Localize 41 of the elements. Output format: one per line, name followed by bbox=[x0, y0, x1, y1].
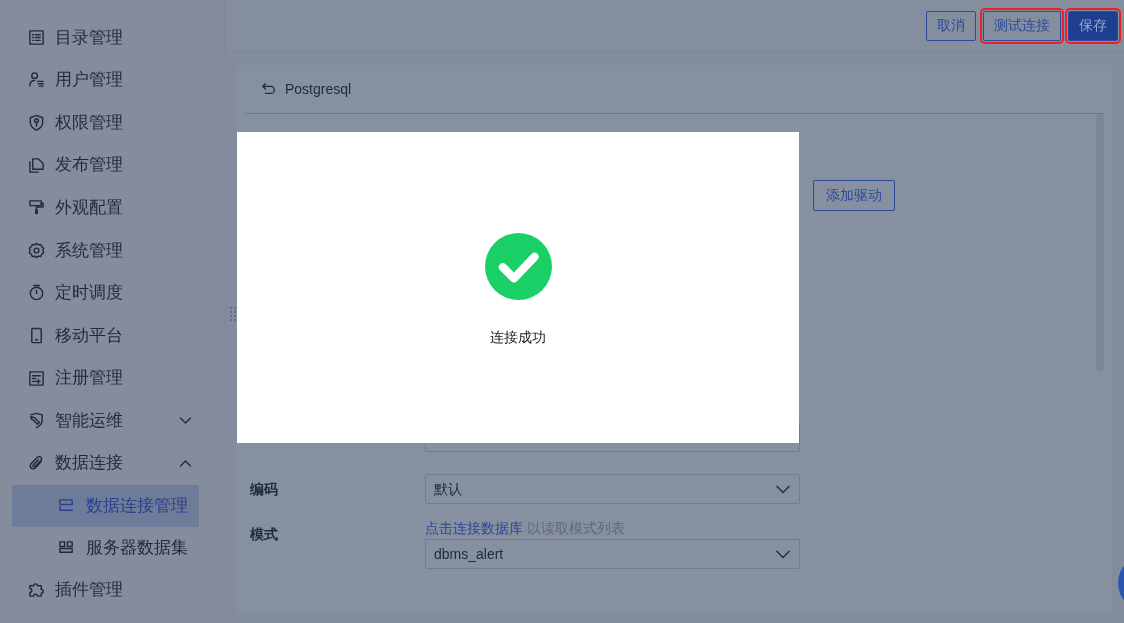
shield-icon bbox=[28, 114, 45, 131]
select-field[interactable]: dbms_alert bbox=[425, 539, 800, 569]
sidebar-item[interactable]: 定时调度 bbox=[0, 271, 225, 315]
sidebar-item[interactable]: 智能运维 bbox=[0, 399, 225, 442]
field-label: 编码 bbox=[250, 480, 278, 497]
select-field[interactable]: 默认 bbox=[425, 474, 800, 504]
sidebar-item[interactable]: 移动平台 bbox=[0, 314, 225, 357]
toolbar-button[interactable]: 取消 bbox=[926, 10, 976, 41]
add-driver-button[interactable]: 添加驱动 bbox=[813, 180, 895, 211]
sidebar-item[interactable]: 插件管理 bbox=[0, 568, 225, 612]
paperclip-icon bbox=[28, 454, 45, 472]
wrench-shield-icon bbox=[28, 412, 45, 430]
user-icon bbox=[28, 71, 45, 89]
dialog-message: 连接成功 bbox=[490, 328, 546, 347]
copy-icon bbox=[28, 156, 45, 174]
sidebar-item[interactable]: 发布管理 bbox=[0, 143, 225, 187]
sidebar-item[interactable]: 系统管理 bbox=[0, 228, 225, 272]
drag-handle-icon bbox=[229, 306, 237, 322]
scrollbar-thumb[interactable] bbox=[1096, 114, 1104, 371]
form-icon bbox=[28, 369, 45, 387]
field-label: 模式 bbox=[250, 526, 278, 542]
puzzle-icon bbox=[28, 581, 45, 599]
sidebar-item[interactable]: 数据连接 bbox=[0, 441, 225, 485]
phone-icon bbox=[28, 326, 45, 344]
toolbar-button[interactable]: 测试连接 bbox=[983, 10, 1061, 41]
panel-title: Postgresql bbox=[285, 79, 352, 99]
sidebar-subitem[interactable]: 服务器数据集 bbox=[12, 526, 199, 569]
paint-roller-icon bbox=[28, 199, 45, 217]
sidebar-item[interactable]: 注册管理 bbox=[0, 356, 225, 400]
connect-link[interactable]: 点击连接数据库 bbox=[425, 520, 523, 536]
back-arrow-icon[interactable] bbox=[261, 81, 277, 97]
sidebar-subitem[interactable]: 数据连接管理 bbox=[12, 484, 199, 527]
sidebar-item[interactable]: 权限管理 bbox=[0, 101, 225, 144]
save-button[interactable]: 保存 bbox=[1068, 10, 1118, 41]
sidebar-item[interactable]: 外观配置 bbox=[0, 186, 225, 229]
sidebar-item[interactable]: 用户管理 bbox=[0, 58, 225, 102]
list-icon bbox=[28, 28, 45, 46]
check-circle-icon bbox=[484, 233, 552, 300]
stopwatch-icon bbox=[28, 284, 45, 302]
sidebar-item[interactable]: 目录管理 bbox=[0, 16, 225, 59]
gear-icon bbox=[28, 241, 45, 259]
